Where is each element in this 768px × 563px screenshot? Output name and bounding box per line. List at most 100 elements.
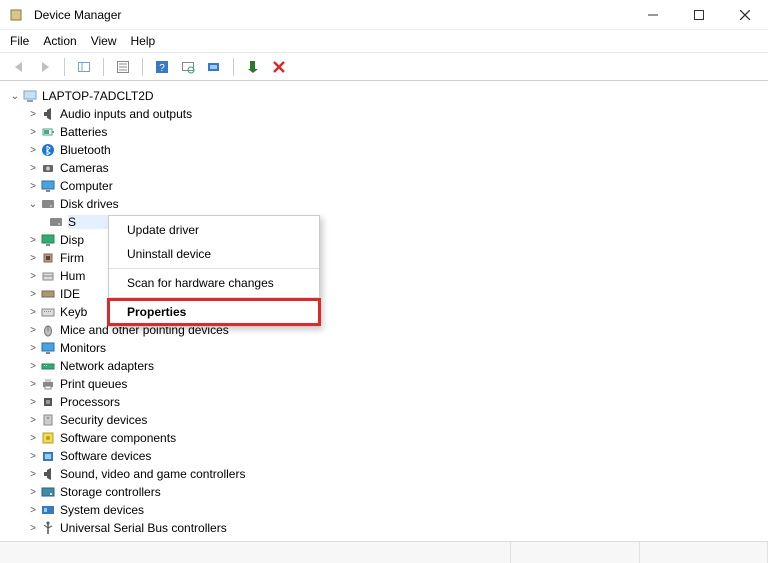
menu-file[interactable]: File <box>10 34 29 48</box>
expand-icon[interactable]: > <box>26 505 40 516</box>
menu-view[interactable]: View <box>91 34 117 48</box>
menu-bar: File Action View Help <box>0 30 768 53</box>
expand-icon[interactable]: > <box>26 181 40 192</box>
disk-icon <box>40 196 56 212</box>
expand-icon[interactable]: > <box>26 325 40 336</box>
tree-category[interactable]: >Cameras <box>8 159 764 177</box>
tree-category-label: Computer <box>60 179 113 193</box>
menu-help[interactable]: Help <box>131 34 156 48</box>
tree-category-label: Processors <box>60 395 120 409</box>
tree-category-label: Batteries <box>60 125 107 139</box>
tree-category[interactable]: > Print queues <box>8 375 764 393</box>
tree-category[interactable]: ⌄ Disk drives <box>8 195 764 213</box>
tree-category-label: Sound, video and game controllers <box>60 467 245 481</box>
context-menu-uninstall-device[interactable]: Uninstall device <box>109 242 319 266</box>
computer-icon <box>22 88 38 104</box>
expand-icon[interactable]: > <box>26 379 40 390</box>
mouse-icon <box>40 322 56 338</box>
properties-button[interactable] <box>112 56 134 78</box>
menu-action[interactable]: Action <box>43 34 76 48</box>
expand-icon[interactable]: > <box>26 487 40 498</box>
uninstall-device-button[interactable] <box>268 56 290 78</box>
tree-category-label: Keyb <box>60 305 87 319</box>
tree-category[interactable]: > Monitors <box>8 339 764 357</box>
tree-category[interactable]: > Security devices <box>8 411 764 429</box>
scan-hardware-button[interactable] <box>177 56 199 78</box>
expand-icon[interactable]: > <box>26 289 40 300</box>
tree-category-label: IDE <box>60 287 80 301</box>
tree-category-label: Universal Serial Bus controllers <box>60 521 227 535</box>
window-controls <box>630 0 768 30</box>
tree-category[interactable]: >Bluetooth <box>8 141 764 159</box>
collapse-icon[interactable]: ⌄ <box>8 91 22 102</box>
toolbar-separator <box>103 58 104 76</box>
toolbar-separator <box>233 58 234 76</box>
usb-icon <box>40 520 56 536</box>
minimize-button[interactable] <box>630 0 676 30</box>
maximize-button[interactable] <box>676 0 722 30</box>
expand-icon[interactable]: > <box>26 469 40 480</box>
system-icon <box>40 502 56 518</box>
status-cell <box>640 542 768 563</box>
monitor-icon <box>40 178 56 194</box>
tree-category[interactable]: > Sound, video and game controllers <box>8 465 764 483</box>
tree-root-label: LAPTOP-7ADCLT2D <box>42 89 154 103</box>
update-driver-button[interactable] <box>203 56 225 78</box>
expand-icon[interactable]: > <box>26 127 40 138</box>
tree-category[interactable]: > Universal Serial Bus controllers <box>8 519 764 537</box>
window-title: Device Manager <box>34 8 121 22</box>
context-menu-update-driver[interactable]: Update driver <box>109 218 319 242</box>
tree-category-label: Disk drives <box>60 197 119 211</box>
tree-root[interactable]: ⌄ LAPTOP-7ADCLT2D <box>8 87 764 105</box>
expand-icon[interactable]: > <box>26 253 40 264</box>
tree-category[interactable]: > Software components <box>8 429 764 447</box>
forward-button[interactable] <box>34 56 56 78</box>
tree-category[interactable]: >Audio inputs and outputs <box>8 105 764 123</box>
tree-category[interactable]: > Processors <box>8 393 764 411</box>
tree-category[interactable]: >Software devices <box>8 447 764 465</box>
tree-category[interactable]: >Network adapters <box>8 357 764 375</box>
expand-icon[interactable]: > <box>26 397 40 408</box>
expand-icon[interactable]: > <box>26 163 40 174</box>
status-cell <box>511 542 640 563</box>
storage-icon <box>40 484 56 500</box>
expand-icon[interactable]: > <box>26 271 40 282</box>
enable-device-button[interactable] <box>242 56 264 78</box>
cpu-icon <box>40 394 56 410</box>
expand-icon[interactable]: > <box>26 343 40 354</box>
device-tree[interactable]: ⌄ LAPTOP-7ADCLT2D >Audio inputs and outp… <box>0 81 768 538</box>
show-hide-console-button[interactable] <box>73 56 95 78</box>
tree-category-label: Software components <box>60 431 176 445</box>
tree-category[interactable]: > Batteries <box>8 123 764 141</box>
tree-category[interactable]: > Computer <box>8 177 764 195</box>
tree-category-label: System devices <box>60 503 144 517</box>
collapse-icon[interactable]: ⌄ <box>26 199 40 210</box>
expand-icon[interactable]: > <box>26 523 40 534</box>
tree-category[interactable]: >Storage controllers <box>8 483 764 501</box>
bluetooth-icon <box>40 142 56 158</box>
context-menu-scan-hardware[interactable]: Scan for hardware changes <box>109 271 319 295</box>
swcomp-icon <box>40 430 56 446</box>
toolbar-separator <box>64 58 65 76</box>
expand-icon[interactable]: > <box>26 235 40 246</box>
expand-icon[interactable]: > <box>26 433 40 444</box>
toolbar-separator <box>142 58 143 76</box>
tree-category[interactable]: > System devices <box>8 501 764 519</box>
disk-icon <box>48 214 64 230</box>
close-button[interactable] <box>722 0 768 30</box>
expand-icon[interactable]: > <box>26 109 40 120</box>
tree-category-label: Print queues <box>60 377 127 391</box>
expand-icon[interactable]: > <box>26 451 40 462</box>
back-button[interactable] <box>8 56 30 78</box>
expand-icon[interactable]: > <box>26 361 40 372</box>
tree-category-label: Monitors <box>60 341 106 355</box>
expand-icon[interactable]: > <box>26 415 40 426</box>
expand-icon[interactable]: > <box>26 307 40 318</box>
expand-icon[interactable]: > <box>26 145 40 156</box>
camera-icon <box>40 160 56 176</box>
help-button[interactable]: ? <box>151 56 173 78</box>
tree-category-label: Security devices <box>60 413 147 427</box>
hid-icon <box>40 268 56 284</box>
speaker-icon <box>40 106 56 122</box>
context-menu-properties[interactable]: Properties <box>109 300 319 324</box>
